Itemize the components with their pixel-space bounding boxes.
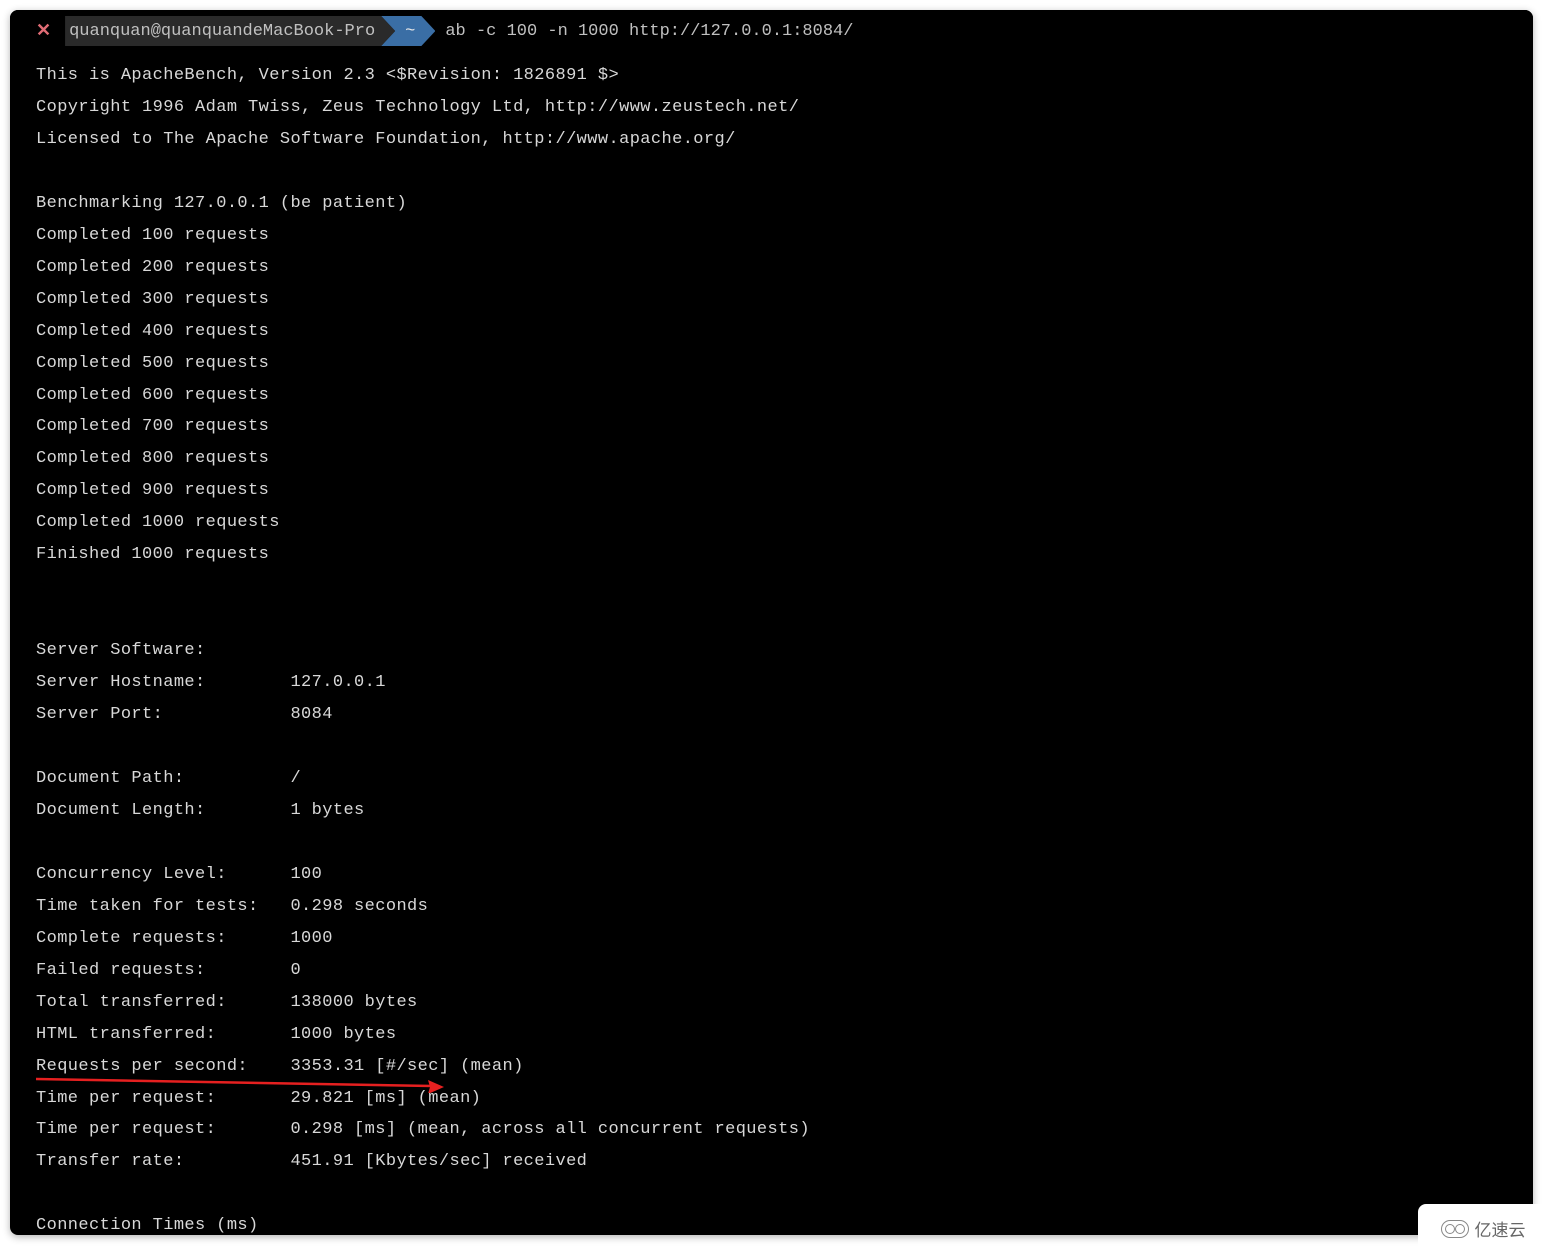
terminal-titlebar: ✕ quanquan@quanquandeMacBook-Pro ~ ab -c… <box>10 10 1533 52</box>
prompt-host-segment: quanquan@quanquandeMacBook-Pro <box>65 16 395 46</box>
watermark-logo-icon <box>1441 1220 1469 1238</box>
close-icon[interactable]: ✕ <box>36 20 51 42</box>
watermark-badge: 亿速云 <box>1418 1204 1548 1254</box>
terminal-window: ✕ quanquan@quanquandeMacBook-Pro ~ ab -c… <box>10 10 1533 1235</box>
watermark-text: 亿速云 <box>1475 1216 1526 1242</box>
prompt-command-segment: ab -c 100 -n 1000 http://127.0.0.1:8084/ <box>421 16 865 46</box>
terminal-output[interactable]: This is ApacheBench, Version 2.3 <$Revis… <box>10 52 1533 1235</box>
